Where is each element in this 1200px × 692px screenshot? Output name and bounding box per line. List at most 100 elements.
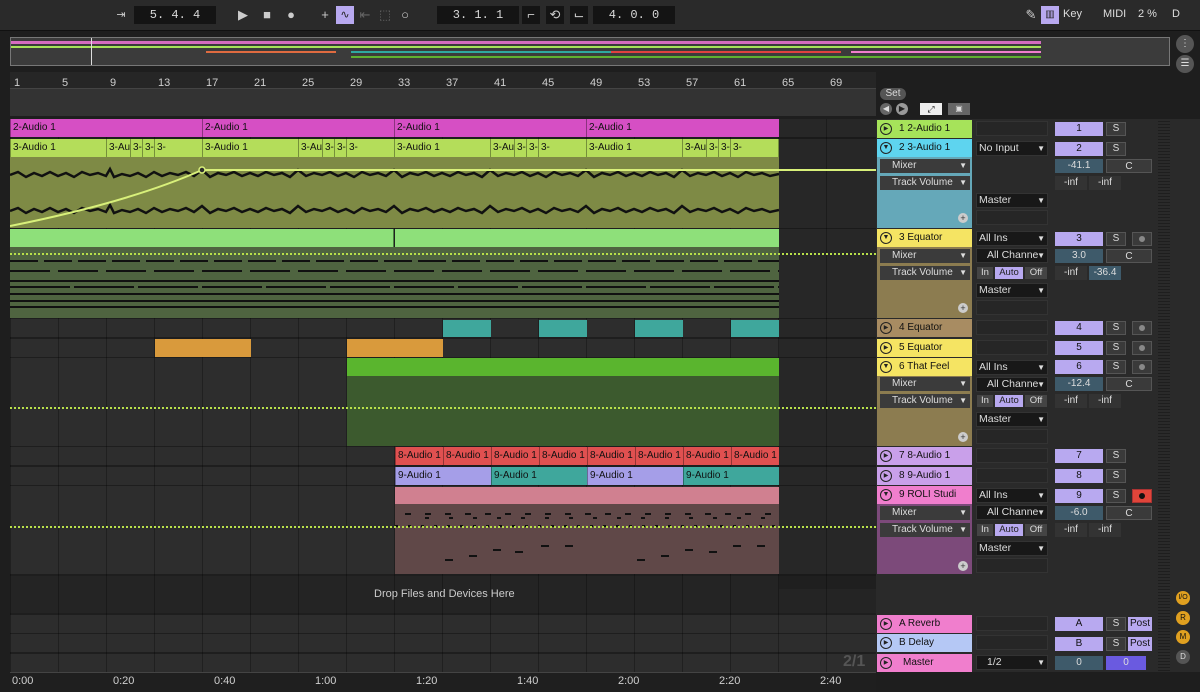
punch-out-icon[interactable]: ⌙ [570,6,588,24]
track-header-3[interactable]: ▼ 3 Equator [877,229,972,247]
add-lane-icon[interactable]: + [958,213,968,223]
track-fold-icon[interactable]: ▶ [880,637,892,649]
volume-field[interactable]: -6.0 [1055,506,1103,520]
loop-button[interactable]: ⟲ [546,6,564,24]
audio-clip[interactable]: 8-Audio 1 [443,447,491,465]
automation-chooser[interactable]: Mixer [880,506,970,520]
add-lane-icon[interactable]: + [958,432,968,442]
output-chooser[interactable]: Master [976,541,1048,556]
add-icon[interactable]: + [316,6,334,24]
loop-circle-icon[interactable]: ○ [396,6,414,24]
audio-clip[interactable]: 9-Audio 1 [587,467,683,485]
track-activator[interactable]: 7 [1055,449,1103,463]
audio-clip[interactable]: 3- [514,139,526,157]
return-lane-a[interactable] [10,615,876,633]
audio-clip[interactable]: 3- [322,139,334,157]
audio-clip[interactable]: 3-Audio 1 [298,139,322,157]
track-fold-icon[interactable]: ▼ [880,489,892,501]
audio-clip[interactable]: 8-Audio 1 [731,447,779,465]
punch-icon[interactable]: ⬚ [376,6,394,24]
track-activator[interactable]: 2 [1055,142,1103,156]
io-toggle-button[interactable]: I/O [1176,591,1190,605]
track-header-2[interactable]: ▼ 2 3-Audio 1 [877,139,972,157]
automation-param-chooser[interactable]: Track Volume [880,266,970,280]
output-chooser[interactable]: Master [976,412,1048,427]
midi-clip-body[interactable] [395,504,779,574]
midi-clip[interactable] [539,320,587,337]
automation-param-chooser[interactable]: Track Volume [880,176,970,190]
add-lane-icon[interactable]: + [958,303,968,313]
audio-clip[interactable]: 9-Audio 1 [683,467,779,485]
cue-output-chooser[interactable]: 1/2 [976,655,1048,670]
return-header-b[interactable]: ▶ B Delay [877,634,972,652]
next-locator-icon[interactable]: ▶ [896,103,908,115]
midi-clip-header[interactable] [10,229,394,247]
midi-clip-body[interactable] [347,376,779,446]
audio-clip[interactable]: 2-Audio 1 [10,119,202,137]
audio-clip[interactable]: 3- [334,139,346,157]
solo-button[interactable]: S [1106,469,1126,483]
track-activator[interactable]: 5 [1055,341,1103,355]
audio-clip[interactable]: 3-Audio 1 [106,139,130,157]
prev-locator-icon[interactable]: ◀ [880,103,892,115]
audio-clip[interactable]: 8-Audio 1 [491,447,539,465]
track-fold-icon[interactable]: ▶ [880,322,892,334]
output-chooser[interactable]: Master [976,193,1048,208]
position-field[interactable]: 3. 1. 1 [437,6,519,24]
audio-clip[interactable]: 3-Audio 1 [586,139,682,157]
track-fold-icon[interactable]: ▶ [880,470,892,482]
audio-clip[interactable]: 8-Audio 1 [587,447,635,465]
midi-clip-header[interactable] [347,358,779,376]
pencil-icon[interactable]: ✎ [1022,6,1040,24]
audio-clip[interactable]: 2-Audio 1 [586,119,779,137]
arrangement-overview[interactable] [10,37,1170,66]
midi-clip-header[interactable] [395,487,779,504]
solo-button[interactable]: S [1106,489,1126,503]
punch-in-icon[interactable]: ⌐ [522,6,540,24]
midi-clip[interactable] [635,320,683,337]
track-header-5[interactable]: ▶ 5 Equator [877,339,972,357]
arm-button[interactable] [1132,360,1152,374]
master-volume-field[interactable]: 0 [1055,656,1103,670]
monitor-in-button[interactable]: In [977,267,993,279]
monitor-in-button[interactable]: In [977,395,993,407]
pan-field[interactable]: C [1106,159,1152,173]
track-fold-icon[interactable]: ▼ [880,361,892,373]
audio-clip[interactable]: 3-Audio 1 [10,139,106,157]
solo-button[interactable]: S [1106,617,1126,631]
audio-clip[interactable]: 3- [526,139,538,157]
arm-button[interactable] [1132,489,1152,503]
audio-clip[interactable]: 3- [718,139,730,157]
output-chooser[interactable]: Master [976,283,1048,298]
back-to-arrangement-icon[interactable]: ⇤ [356,6,374,24]
input-type-chooser[interactable]: All Ins [976,360,1048,375]
audio-clip[interactable]: 3- [346,139,394,157]
track-activator[interactable]: 4 [1055,321,1103,335]
automation-chooser[interactable]: Mixer [880,249,970,263]
track-fold-icon[interactable]: ▶ [880,450,892,462]
monitor-off-button[interactable]: Off [1025,395,1047,407]
input-channel-chooser[interactable]: All Channe [976,248,1048,263]
automation-param-chooser[interactable]: Track Volume [880,523,970,537]
monitor-in-button[interactable]: In [977,524,993,536]
master-lane[interactable] [10,654,876,672]
audio-clip[interactable]: 3- [706,139,718,157]
midi-clip-body[interactable] [10,247,779,318]
audio-clip[interactable]: 8-Audio 1 [683,447,731,465]
pan-field[interactable]: C [1106,377,1152,391]
audio-clip[interactable]: 3- [142,139,154,157]
lock-icon[interactable]: ▣ [948,103,970,115]
monitor-auto-button[interactable]: Auto [995,395,1023,407]
track-fold-icon[interactable]: ▶ [880,123,892,135]
audio-clip[interactable]: 9-Audio 1 [395,467,491,485]
audio-clip[interactable]: 3- [538,139,586,157]
volume-automation-line[interactable] [10,157,876,228]
keyboard-icon[interactable]: ▥ [1041,6,1059,24]
track-header-9[interactable]: ▼ 9 ROLI Studi [877,486,972,504]
solo-button[interactable]: S [1106,142,1126,156]
monitor-off-button[interactable]: Off [1025,524,1047,536]
automation-chooser[interactable]: Mixer [880,159,970,173]
time-ruler[interactable] [10,672,876,692]
track-activator[interactable]: 3 [1055,232,1103,246]
audio-clip[interactable]: 3-Audio 1 [682,139,706,157]
